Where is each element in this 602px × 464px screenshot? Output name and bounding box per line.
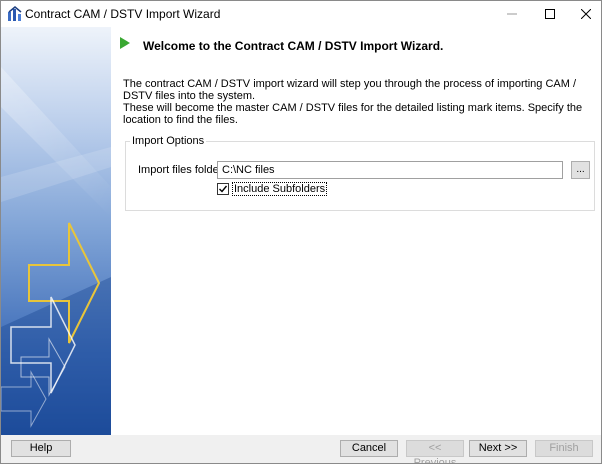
wizard-window: Contract CAM / DSTV Import Wizard Welcom… xyxy=(0,0,602,464)
close-icon xyxy=(581,9,591,19)
wizard-footer: Help Cancel << Previous Next >> Finish xyxy=(1,435,601,463)
wizard-content: Welcome to the Contract CAM / DSTV Impor… xyxy=(111,27,601,435)
minimize-icon xyxy=(507,13,517,15)
title-bar: Contract CAM / DSTV Import Wizard xyxy=(1,1,601,27)
app-icon xyxy=(8,6,22,21)
wizard-banner-image xyxy=(1,27,111,435)
include-subfolders-checkbox[interactable] xyxy=(217,183,229,195)
include-subfolders-label[interactable]: Include Subfolders xyxy=(232,182,328,196)
import-options-legend: Import Options xyxy=(130,135,207,147)
cancel-button[interactable]: Cancel xyxy=(340,440,398,457)
import-folder-input[interactable] xyxy=(217,161,563,179)
checkmark-icon xyxy=(219,185,228,193)
previous-button[interactable]: << Previous xyxy=(406,440,464,463)
help-button[interactable]: Help xyxy=(11,440,71,457)
close-button[interactable] xyxy=(563,1,601,27)
next-button[interactable]: Next >> xyxy=(469,440,527,457)
wizard-heading: Welcome to the Contract CAM / DSTV Impor… xyxy=(143,39,444,53)
wizard-intro-text: The contract CAM / DSTV import wizard wi… xyxy=(123,78,583,126)
maximize-icon xyxy=(545,9,555,19)
browse-folder-button[interactable]: ... xyxy=(571,161,590,179)
window-title: Contract CAM / DSTV Import Wizard xyxy=(25,7,221,21)
play-icon xyxy=(120,37,130,49)
finish-button[interactable]: Finish xyxy=(535,440,593,457)
import-folder-label: Import files folder xyxy=(138,164,223,176)
